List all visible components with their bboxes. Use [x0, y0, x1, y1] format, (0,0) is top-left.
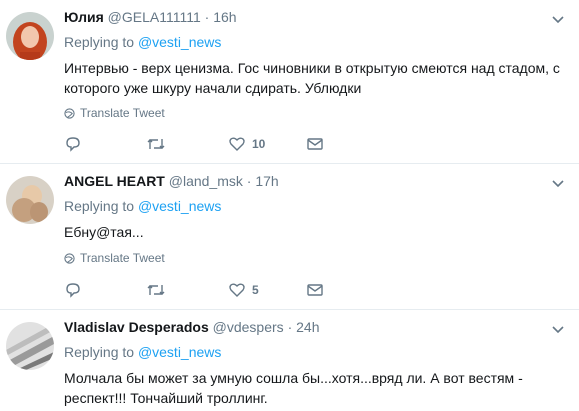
like-button[interactable]: 5	[228, 281, 259, 299]
separator-dot: ·	[204, 9, 210, 25]
tweet[interactable]: Юлия @GELA111111 · 16h Replying to @vest…	[0, 0, 579, 163]
heart-icon	[229, 137, 245, 151]
replying-label: Replying to	[64, 34, 135, 50]
envelope-icon	[307, 138, 323, 150]
author-handle[interactable]: @GELA111111	[108, 9, 201, 25]
reply-button[interactable]	[64, 281, 82, 299]
separator-dot: ·	[246, 173, 252, 189]
translate-tweet-link[interactable]: Translate Tweet	[64, 251, 165, 265]
reply-icon	[66, 283, 80, 298]
avatar[interactable]	[6, 322, 54, 370]
retweet-icon	[147, 285, 165, 295]
replying-label: Replying to	[64, 198, 135, 214]
envelope-icon	[307, 284, 323, 296]
reply-icon	[66, 137, 80, 152]
timestamp[interactable]: 16h	[213, 9, 236, 25]
globe-icon	[64, 252, 75, 264]
like-button[interactable]: 10	[228, 135, 265, 153]
retweet-icon	[147, 139, 165, 149]
translate-label: Translate Tweet	[80, 251, 165, 265]
like-count: 5	[252, 283, 259, 297]
avatar[interactable]	[6, 176, 54, 224]
tweet[interactable]: Vladislav Desperados @vdespers · 24h Rep…	[0, 310, 579, 411]
direct-message-button[interactable]	[306, 281, 324, 299]
author-name[interactable]: ANGEL HEART	[64, 173, 165, 189]
author-name[interactable]: Vladislav Desperados	[64, 319, 209, 335]
tweet-text: Ебну@тая...	[64, 224, 144, 240]
retweet-button[interactable]	[146, 281, 166, 299]
heart-icon	[229, 283, 245, 297]
avatar[interactable]	[6, 12, 54, 60]
mention-link[interactable]: @vesti_news	[138, 34, 221, 50]
replying-label: Replying to	[64, 344, 135, 360]
chevron-down-icon[interactable]	[551, 325, 565, 335]
globe-icon	[64, 107, 75, 119]
mention-link[interactable]: @vesti_news	[138, 344, 221, 360]
tweet[interactable]: ANGEL HEART @land_msk · 17h Replying to …	[0, 164, 579, 309]
retweet-button[interactable]	[146, 135, 166, 153]
mention-link[interactable]: @vesti_news	[138, 198, 221, 214]
translate-label: Translate Tweet	[80, 106, 165, 120]
author-handle[interactable]: @vdespers	[213, 319, 284, 335]
author-handle[interactable]: @land_msk	[169, 173, 243, 189]
timestamp[interactable]: 24h	[296, 319, 319, 335]
timestamp[interactable]: 17h	[255, 173, 278, 189]
tweet-text: Молчала бы может за умную сошла бы...хот…	[64, 370, 523, 406]
chevron-down-icon[interactable]	[551, 15, 565, 25]
translate-tweet-link[interactable]: Translate Tweet	[64, 106, 165, 120]
chevron-down-icon[interactable]	[551, 179, 565, 189]
separator-dot: ·	[287, 319, 293, 335]
tweet-text: Интервью - верх ценизма. Гос чиновники в…	[64, 60, 560, 96]
reply-button[interactable]	[64, 135, 82, 153]
like-count: 10	[252, 137, 266, 151]
direct-message-button[interactable]	[306, 135, 324, 153]
author-name[interactable]: Юлия	[64, 9, 104, 25]
